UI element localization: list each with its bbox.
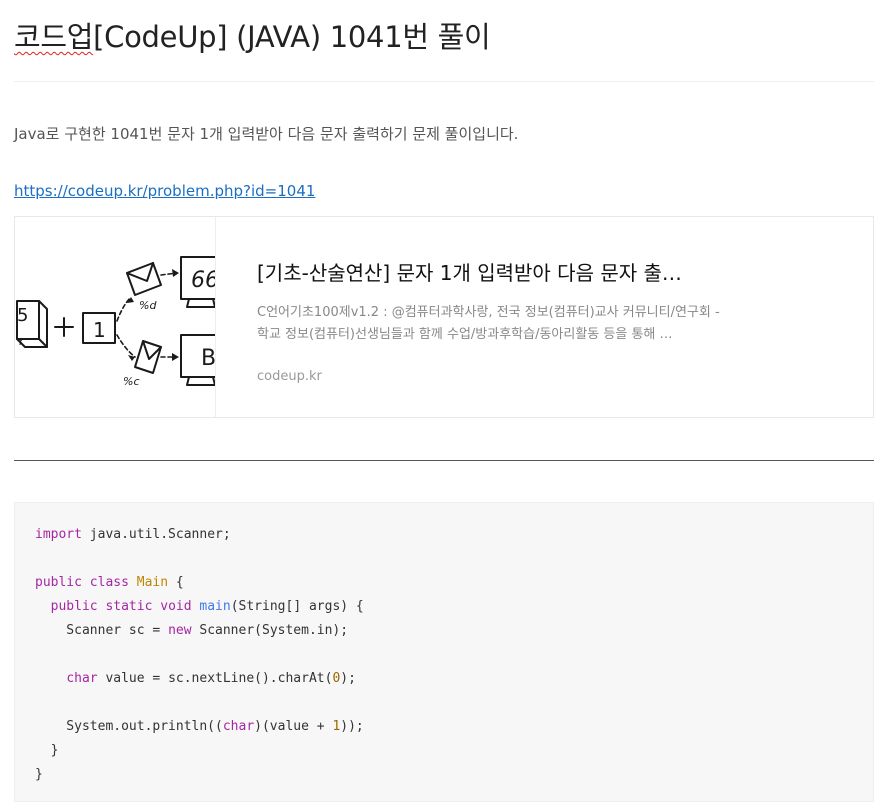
page-title-rest: [CodeUp] (JAVA) 1041번 풀이 [93, 20, 491, 54]
thumb-top-screen-label: 66 [191, 268, 215, 293]
section-divider [14, 460, 874, 461]
code-token: java.util.Scanner; [81, 527, 231, 542]
code-token: )); [340, 719, 364, 734]
thumb-box-label: 5 [17, 305, 28, 326]
link-preview-host: codeup.kr [257, 369, 322, 384]
title-divider [14, 81, 874, 82]
code-token: public [35, 575, 82, 590]
code-token: char [222, 719, 255, 734]
code-line: import java.util.Scanner; [35, 523, 364, 547]
spellcheck-underlined-word: 코드업 [14, 20, 94, 54]
code-token: Scanner sc = [35, 623, 169, 638]
code-token: System.out.println(( [35, 719, 223, 734]
code-token: Main [136, 575, 169, 590]
code-token: )(value + [254, 719, 333, 734]
link-preview-title: [기초-산술연산] 문자 1개 입력받아 다음 문자 출… [257, 261, 682, 285]
code-token: class [89, 575, 129, 590]
problem-link[interactable]: https://codeup.kr/problem.php?id=1041 [14, 182, 315, 200]
code-token: import [35, 527, 82, 542]
thumb-bottom-format-label: %c [123, 375, 140, 388]
link-preview-card[interactable]: 5 r 1 66 B %d %c [기초-산술연산] 문자 1개 입력받아 다음… [14, 216, 874, 418]
code-content: import java.util.Scanner; public class M… [35, 523, 364, 787]
code-token: Scanner(System.in); [191, 623, 349, 638]
thumb-top-format-label: %d [139, 299, 157, 312]
link-preview-description: C언어기초100제v1.2 : @컴퓨터과학사랑, 전국 정보(컴퓨터)교사 커… [257, 305, 720, 342]
code-line: Scanner sc = new Scanner(System.in); [35, 619, 364, 643]
code-line: } [35, 763, 364, 787]
code-line: } [35, 739, 364, 763]
char-increment-illustration-icon: 5 r 1 66 B %d %c [16, 256, 215, 388]
code-token: (String[] args) { [230, 599, 364, 614]
code-token: } [35, 743, 59, 758]
code-line: char value = sc.nextLine().charAt(0); [35, 667, 364, 691]
code-token: static [105, 599, 153, 614]
link-preview-thumbnail: 5 r 1 66 B %d %c [15, 217, 216, 417]
code-line: public static void main(String[] args) { [35, 595, 364, 619]
code-line: public class Main { [35, 571, 364, 595]
code-token: value = sc.nextLine().charAt( [97, 671, 333, 686]
thumb-one-label: 1 [93, 318, 106, 342]
code-token: void [160, 599, 192, 614]
code-token: } [35, 767, 43, 782]
page-title: 코드업[CodeUp] (JAVA) 1041번 풀이 [14, 14, 491, 56]
thumb-bottom-screen-label: B [201, 346, 215, 371]
code-token: { [168, 575, 184, 590]
code-token: ); [340, 671, 356, 686]
code-line: System.out.println((char)(value + 1)); [35, 715, 364, 739]
link-preview-body: [기초-산술연산] 문자 1개 입력받아 다음 문자 출… C언어기초100제v… [257, 257, 727, 384]
code-token: public [50, 599, 98, 614]
code-token: new [168, 623, 192, 638]
code-block: import java.util.Scanner; public class M… [14, 502, 874, 802]
code-token: main [199, 599, 231, 614]
code-token: char [66, 671, 98, 686]
intro-paragraph: Java로 구현한 1041번 문자 1개 입력받아 다음 문자 출력하기 문제… [14, 125, 519, 143]
